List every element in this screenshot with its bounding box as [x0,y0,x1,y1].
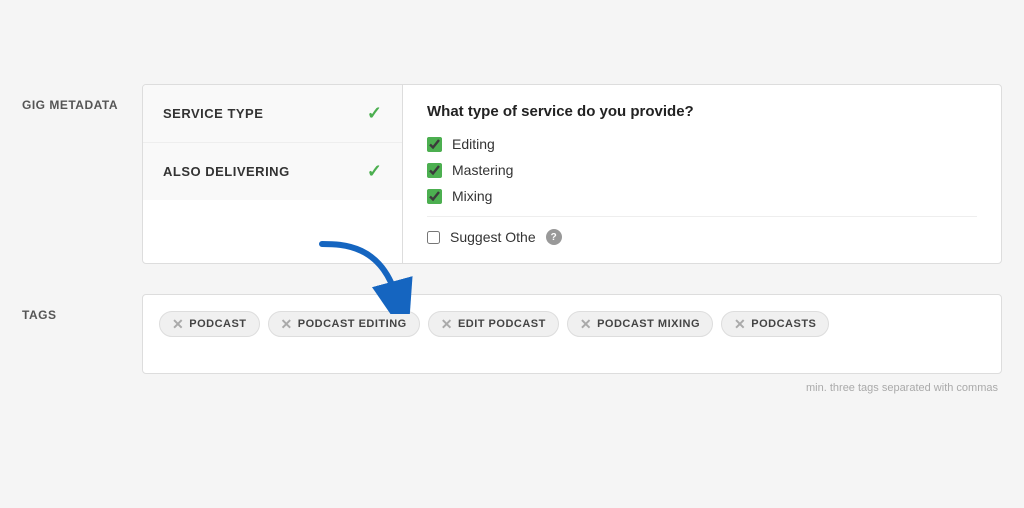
gig-metadata-section: GIG METADATA SERVICE TYPE ✓ ALSO DELIVER… [22,84,1002,264]
help-icon[interactable]: ? [546,229,562,245]
metadata-content: SERVICE TYPE ✓ ALSO DELIVERING ✓ What ty… [142,84,1002,264]
suggest-row: Suggest Othe ? [427,229,977,245]
checkbox-mixing[interactable] [427,189,442,204]
also-delivering-row: ALSO DELIVERING ✓ [143,143,402,200]
checkbox-editing[interactable] [427,137,442,152]
tag-label: PODCASTS [751,318,816,330]
also-delivering-label: ALSO DELIVERING [163,164,367,179]
tags-label: TAGS [22,294,142,322]
tag-label: PODCAST [189,318,246,330]
service-type-check: ✓ [367,103,382,124]
gig-metadata-label: GIG METADATA [22,84,142,112]
label-editing[interactable]: Editing [452,136,495,152]
tag-remove-button[interactable]: ✕ [281,317,293,331]
tag-item: ✕ PODCAST EDITING [268,311,420,337]
tag-item: ✕ PODCAST MIXING [567,311,713,337]
meta-left-column: SERVICE TYPE ✓ ALSO DELIVERING ✓ [143,85,403,263]
service-type-row: SERVICE TYPE ✓ [143,85,402,143]
tags-content: ✕ PODCAST ✕ PODCAST EDITING ✕ EDIT PODCAST ✕ PO… [142,294,1002,374]
service-options-group: Editing Mastering Mixing [427,136,977,204]
tag-remove-button[interactable]: ✕ [580,317,592,331]
label-mastering[interactable]: Mastering [452,162,513,178]
service-type-label: SERVICE TYPE [163,106,367,121]
tag-remove-button[interactable]: ✕ [441,317,453,331]
suggest-label[interactable]: Suggest Othe [450,229,536,245]
option-editing: Editing [427,136,977,152]
checkbox-suggest[interactable] [427,231,440,244]
page-wrapper: GIG METADATA SERVICE TYPE ✓ ALSO DELIVER… [22,84,1002,424]
tag-remove-button[interactable]: ✕ [172,317,184,331]
options-divider [427,216,977,217]
tag-item: ✕ EDIT PODCAST [428,311,559,337]
tags-hint: min. three tags separated with commas [142,382,1002,394]
label-mixing[interactable]: Mixing [452,188,492,204]
tag-label: PODCAST EDITING [298,318,407,330]
tag-label: EDIT PODCAST [458,318,546,330]
service-type-question: What type of service do you provide? [427,103,977,120]
option-mixing: Mixing [427,188,977,204]
tag-remove-button[interactable]: ✕ [734,317,746,331]
meta-right-column: What type of service do you provide? Edi… [403,85,1001,263]
option-mastering: Mastering [427,162,977,178]
checkbox-mastering[interactable] [427,163,442,178]
also-delivering-check: ✓ [367,161,382,182]
tag-item: ✕ PODCAST [159,311,260,337]
tags-row: ✕ PODCAST ✕ PODCAST EDITING ✕ EDIT PODCAST ✕ PO… [159,311,985,337]
meta-table: SERVICE TYPE ✓ ALSO DELIVERING ✓ What ty… [143,85,1001,263]
tag-label: PODCAST MIXING [597,318,700,330]
tag-item: ✕ PODCASTS [721,311,829,337]
tags-section: TAGS ✕ PODCAST ✕ PODCAST EDITING ✕ EDIT PODCA… [22,294,1002,394]
